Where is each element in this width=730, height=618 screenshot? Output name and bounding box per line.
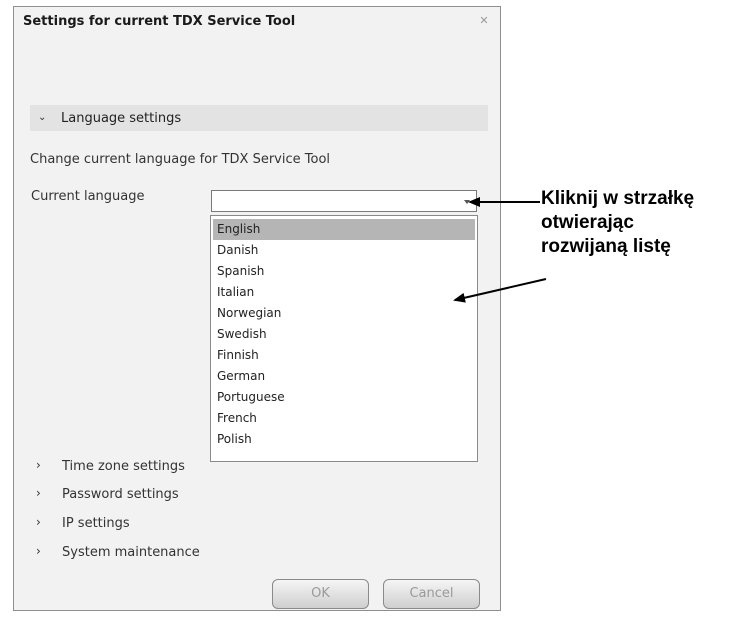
settings-dialog: Settings for current TDX Service Tool ✕ …	[13, 6, 501, 611]
section-system-maintenance-title: System maintenance	[62, 545, 200, 560]
language-option-portuguese[interactable]: Portuguese	[213, 387, 475, 408]
title-bar: Settings for current TDX Service Tool ✕	[14, 7, 500, 35]
language-dropdown-list: English Danish Spanish Italian Norwegian…	[210, 215, 478, 462]
language-option-german[interactable]: German	[213, 366, 475, 387]
language-option-polish[interactable]: Polish	[213, 429, 475, 450]
language-option-finnish[interactable]: Finnish	[213, 345, 475, 366]
language-option-italian[interactable]: Italian	[213, 282, 475, 303]
chevron-right-icon: ›	[36, 544, 41, 558]
section-time-zone-title: Time zone settings	[62, 459, 185, 474]
annotation-line: Kliknij w strzałkę	[541, 188, 695, 209]
chevron-right-icon: ›	[36, 486, 41, 500]
close-icon[interactable]: ✕	[479, 15, 489, 26]
section-ip-title: IP settings	[62, 516, 130, 531]
current-language-select[interactable]	[211, 190, 477, 212]
section-password-title: Password settings	[62, 487, 179, 502]
language-option-english[interactable]: English	[213, 219, 475, 240]
dialog-title: Settings for current TDX Service Tool	[23, 14, 296, 29]
language-option-french[interactable]: French	[213, 408, 475, 429]
section-language-title: Language settings	[61, 111, 182, 126]
chevron-right-icon: ›	[36, 515, 41, 529]
annotation-line: otwierając	[541, 212, 634, 233]
dropdown-arrow-icon[interactable]	[464, 200, 470, 204]
language-option-danish[interactable]: Danish	[213, 240, 475, 261]
language-option-norwegian[interactable]: Norwegian	[213, 303, 475, 324]
language-option-swedish[interactable]: Swedish	[213, 324, 475, 345]
current-language-label: Current language	[31, 189, 145, 204]
chevron-down-icon: ⌄	[38, 112, 47, 123]
cancel-button[interactable]: Cancel	[383, 579, 480, 609]
language-description: Change current language for TDX Service …	[30, 152, 331, 167]
annotation-line: rozwijaną listę	[541, 236, 671, 257]
instruction-annotation: Kliknij w strzałkę otwierając rozwijaną …	[541, 187, 694, 259]
chevron-right-icon: ›	[36, 458, 41, 472]
section-language-header[interactable]: ⌄ Language settings	[30, 105, 488, 131]
ok-button[interactable]: OK	[272, 579, 369, 609]
language-option-spanish[interactable]: Spanish	[213, 261, 475, 282]
